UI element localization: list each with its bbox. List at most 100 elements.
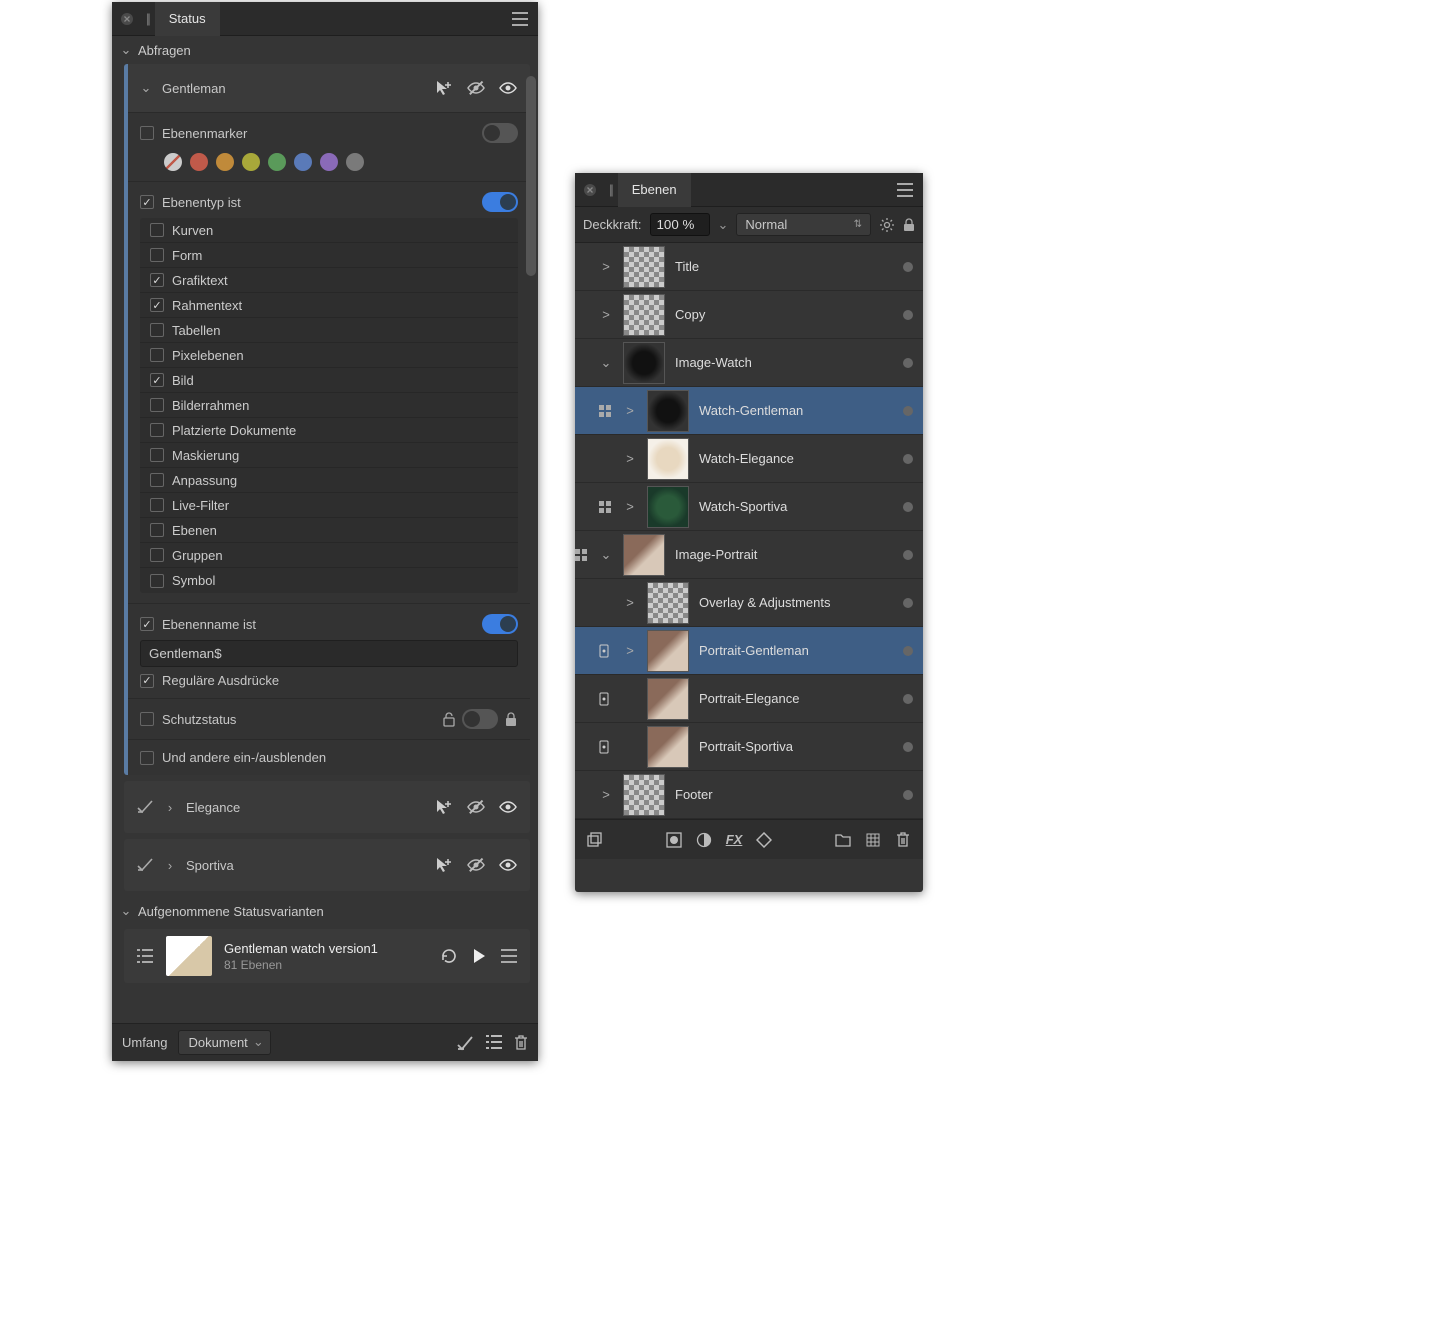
color-swatch[interactable]: [164, 153, 182, 171]
expand-icon[interactable]: >: [623, 643, 637, 658]
grip-icon[interactable]: ||: [146, 11, 149, 26]
reset-icon[interactable]: [440, 947, 458, 965]
layer-row[interactable]: >Copy: [575, 291, 923, 339]
type-check[interactable]: [150, 473, 164, 487]
query-sportiva[interactable]: › Sportiva: [124, 839, 530, 891]
schutzstatus-toggle[interactable]: [462, 709, 498, 729]
type-item[interactable]: Pixelebenen: [140, 343, 518, 368]
type-item[interactable]: Bild: [140, 368, 518, 393]
apply-icon[interactable]: [136, 856, 154, 874]
panel-menu-icon[interactable]: [508, 7, 532, 31]
visibility-dot[interactable]: [903, 502, 913, 512]
andere-check[interactable]: [140, 751, 154, 765]
layer-row[interactable]: >Watch-Elegance: [575, 435, 923, 483]
type-check[interactable]: [150, 323, 164, 337]
type-item[interactable]: Maskierung: [140, 443, 518, 468]
name-pattern-input[interactable]: [140, 640, 518, 667]
color-swatch[interactable]: [294, 153, 312, 171]
layer-row[interactable]: >Title: [575, 243, 923, 291]
visibility-dot[interactable]: [903, 790, 913, 800]
visibility-off-icon[interactable]: [466, 797, 486, 817]
type-check[interactable]: [150, 398, 164, 412]
list-icon[interactable]: [136, 947, 154, 965]
pointer-plus-icon[interactable]: [434, 78, 454, 98]
lock-icon[interactable]: [903, 218, 915, 232]
abfragen-section[interactable]: ⌄ Abfragen: [112, 36, 538, 64]
crop-icon[interactable]: [754, 830, 774, 850]
visibility-on-icon[interactable]: [498, 78, 518, 98]
type-check[interactable]: [150, 273, 164, 287]
expand-icon[interactable]: >: [599, 259, 613, 274]
ebenenmarker-toggle[interactable]: [482, 123, 518, 143]
layer-row[interactable]: >Watch-Gentleman: [575, 387, 923, 435]
color-swatch[interactable]: [346, 153, 364, 171]
visibility-dot[interactable]: [903, 310, 913, 320]
query-header[interactable]: ⌄ Gentleman: [128, 64, 530, 112]
visibility-on-icon[interactable]: [498, 797, 518, 817]
layer-row[interactable]: ⌄Image-Watch: [575, 339, 923, 387]
panel-menu-icon[interactable]: [893, 178, 917, 202]
layer-row[interactable]: Portrait-Sportiva: [575, 723, 923, 771]
snapshots-section[interactable]: ⌄ Aufgenommene Statusvarianten: [112, 897, 538, 925]
visibility-dot[interactable]: [903, 694, 913, 704]
list-icon[interactable]: [486, 1035, 502, 1051]
grid-icon[interactable]: [863, 830, 883, 850]
scrollbar[interactable]: [526, 76, 536, 276]
type-check[interactable]: [150, 423, 164, 437]
type-item[interactable]: Rahmentext: [140, 293, 518, 318]
visibility-off-icon[interactable]: [466, 855, 486, 875]
blend-mode-select[interactable]: Normal ⇅: [736, 213, 871, 236]
type-item[interactable]: Platzierte Dokumente: [140, 418, 518, 443]
close-icon[interactable]: [581, 181, 599, 199]
visibility-dot[interactable]: [903, 358, 913, 368]
expand-icon[interactable]: >: [623, 403, 637, 418]
unlock-icon[interactable]: [442, 711, 456, 727]
visibility-dot[interactable]: [903, 742, 913, 752]
pointer-plus-icon[interactable]: [434, 855, 454, 875]
play-icon[interactable]: [472, 948, 486, 964]
apply-icon[interactable]: [456, 1035, 474, 1051]
close-icon[interactable]: [118, 10, 136, 28]
visibility-off-icon[interactable]: [466, 78, 486, 98]
ebenenmarker-check[interactable]: [140, 126, 154, 140]
type-check[interactable]: [150, 523, 164, 537]
pointer-plus-icon[interactable]: [434, 797, 454, 817]
type-item[interactable]: Live-Filter: [140, 493, 518, 518]
visibility-dot[interactable]: [903, 598, 913, 608]
expand-icon[interactable]: >: [623, 451, 637, 466]
regex-check[interactable]: [140, 674, 154, 688]
gear-icon[interactable]: [879, 217, 895, 233]
lock-icon[interactable]: [504, 711, 518, 727]
visibility-dot[interactable]: [903, 550, 913, 560]
ebenenname-check[interactable]: [140, 617, 154, 631]
expand-icon[interactable]: >: [599, 787, 613, 802]
opacity-dropdown-icon[interactable]: ⌄: [718, 217, 729, 233]
type-check[interactable]: [150, 298, 164, 312]
type-item[interactable]: Form: [140, 243, 518, 268]
type-item[interactable]: Grafiktext: [140, 268, 518, 293]
visibility-on-icon[interactable]: [498, 855, 518, 875]
grip-icon[interactable]: ||: [609, 182, 612, 197]
color-swatch[interactable]: [242, 153, 260, 171]
expand-icon[interactable]: >: [623, 595, 637, 610]
type-check[interactable]: [150, 348, 164, 362]
visibility-dot[interactable]: [903, 646, 913, 656]
visibility-dot[interactable]: [903, 454, 913, 464]
tab-status[interactable]: Status: [155, 2, 220, 36]
layer-row[interactable]: >Footer: [575, 771, 923, 819]
type-item[interactable]: Bilderrahmen: [140, 393, 518, 418]
type-item[interactable]: Anpassung: [140, 468, 518, 493]
snapshot-menu-icon[interactable]: [500, 944, 518, 968]
apply-icon[interactable]: [136, 798, 154, 816]
visibility-dot[interactable]: [903, 262, 913, 272]
scope-select[interactable]: Dokument: [178, 1030, 271, 1055]
type-check[interactable]: [150, 498, 164, 512]
schutzstatus-check[interactable]: [140, 712, 154, 726]
type-check[interactable]: [150, 574, 164, 588]
color-swatch[interactable]: [216, 153, 234, 171]
folder-icon[interactable]: [833, 830, 853, 850]
color-swatch[interactable]: [320, 153, 338, 171]
color-swatch[interactable]: [190, 153, 208, 171]
ebenenname-toggle[interactable]: [482, 614, 518, 634]
type-check[interactable]: [150, 223, 164, 237]
